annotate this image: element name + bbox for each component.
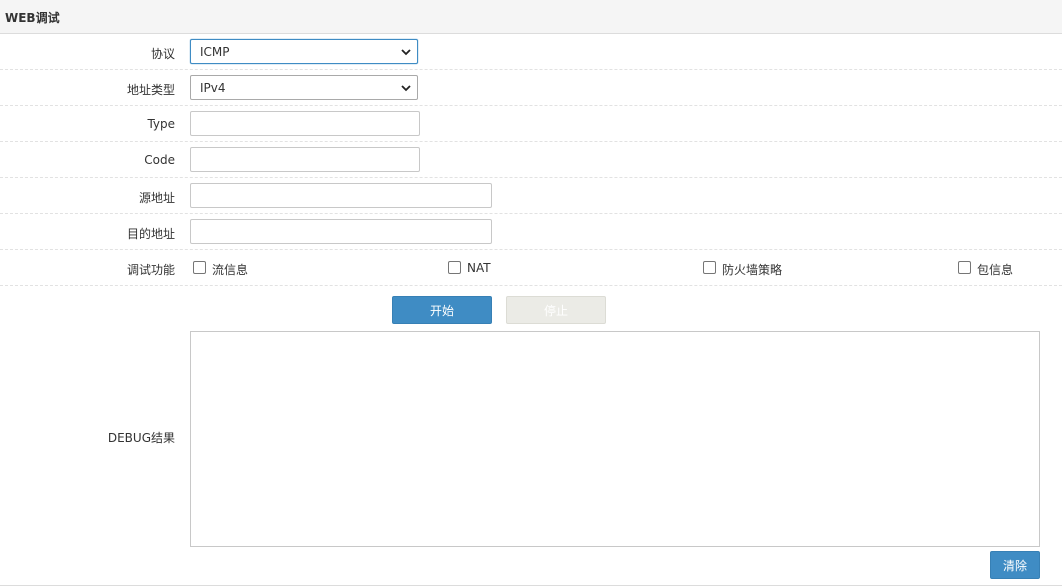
debug-functions-label: 调试功能: [126, 263, 175, 277]
debug-result-textarea[interactable]: [190, 331, 1040, 547]
address-type-select[interactable]: IPv4: [190, 75, 418, 100]
firewall-policy-label: 防火墙策略: [722, 263, 783, 277]
code-input[interactable]: [190, 147, 420, 172]
packet-info-label: 包信息: [977, 263, 1014, 277]
source-address-row: 源地址: [0, 178, 1062, 214]
clear-button[interactable]: 清除: [990, 551, 1040, 579]
chevron-down-icon: [401, 49, 411, 56]
start-button[interactable]: 开始: [392, 296, 492, 324]
panel-header: WEB调试: [0, 0, 1062, 34]
nat-checkbox[interactable]: [448, 261, 461, 274]
source-address-label: 源地址: [138, 191, 175, 205]
code-row: Code: [0, 142, 1062, 178]
flow-info-label: 流信息: [212, 263, 249, 277]
address-type-label: 地址类型: [126, 83, 175, 97]
dest-address-row: 目的地址: [0, 214, 1062, 250]
stop-button[interactable]: 停止: [506, 296, 606, 324]
nat-label: NAT: [467, 261, 491, 275]
source-address-input[interactable]: [190, 183, 492, 208]
debug-functions-row: 调试功能 流信息 NAT 防火墙策略 包信息: [0, 250, 1062, 286]
type-label: Type: [147, 117, 175, 131]
protocol-select-value: ICMP: [200, 45, 230, 59]
code-label: Code: [144, 153, 175, 167]
address-type-select-value: IPv4: [200, 81, 226, 95]
bottom-divider: [0, 585, 1062, 586]
protocol-row: 协议 ICMP: [0, 34, 1062, 70]
dest-address-label: 目的地址: [126, 227, 175, 241]
panel-title: WEB调试: [5, 11, 60, 25]
address-type-row: 地址类型 IPv4: [0, 70, 1062, 106]
protocol-label: 协议: [150, 47, 175, 61]
type-input[interactable]: [190, 111, 420, 136]
flow-info-checkbox[interactable]: [193, 261, 206, 274]
packet-info-checkbox[interactable]: [958, 261, 971, 274]
dest-address-input[interactable]: [190, 219, 492, 244]
type-row: Type: [0, 106, 1062, 142]
firewall-policy-checkbox[interactable]: [703, 261, 716, 274]
debug-result-label: DEBUG结果: [107, 431, 175, 445]
chevron-down-icon: [401, 85, 411, 92]
protocol-select[interactable]: ICMP: [190, 39, 418, 64]
